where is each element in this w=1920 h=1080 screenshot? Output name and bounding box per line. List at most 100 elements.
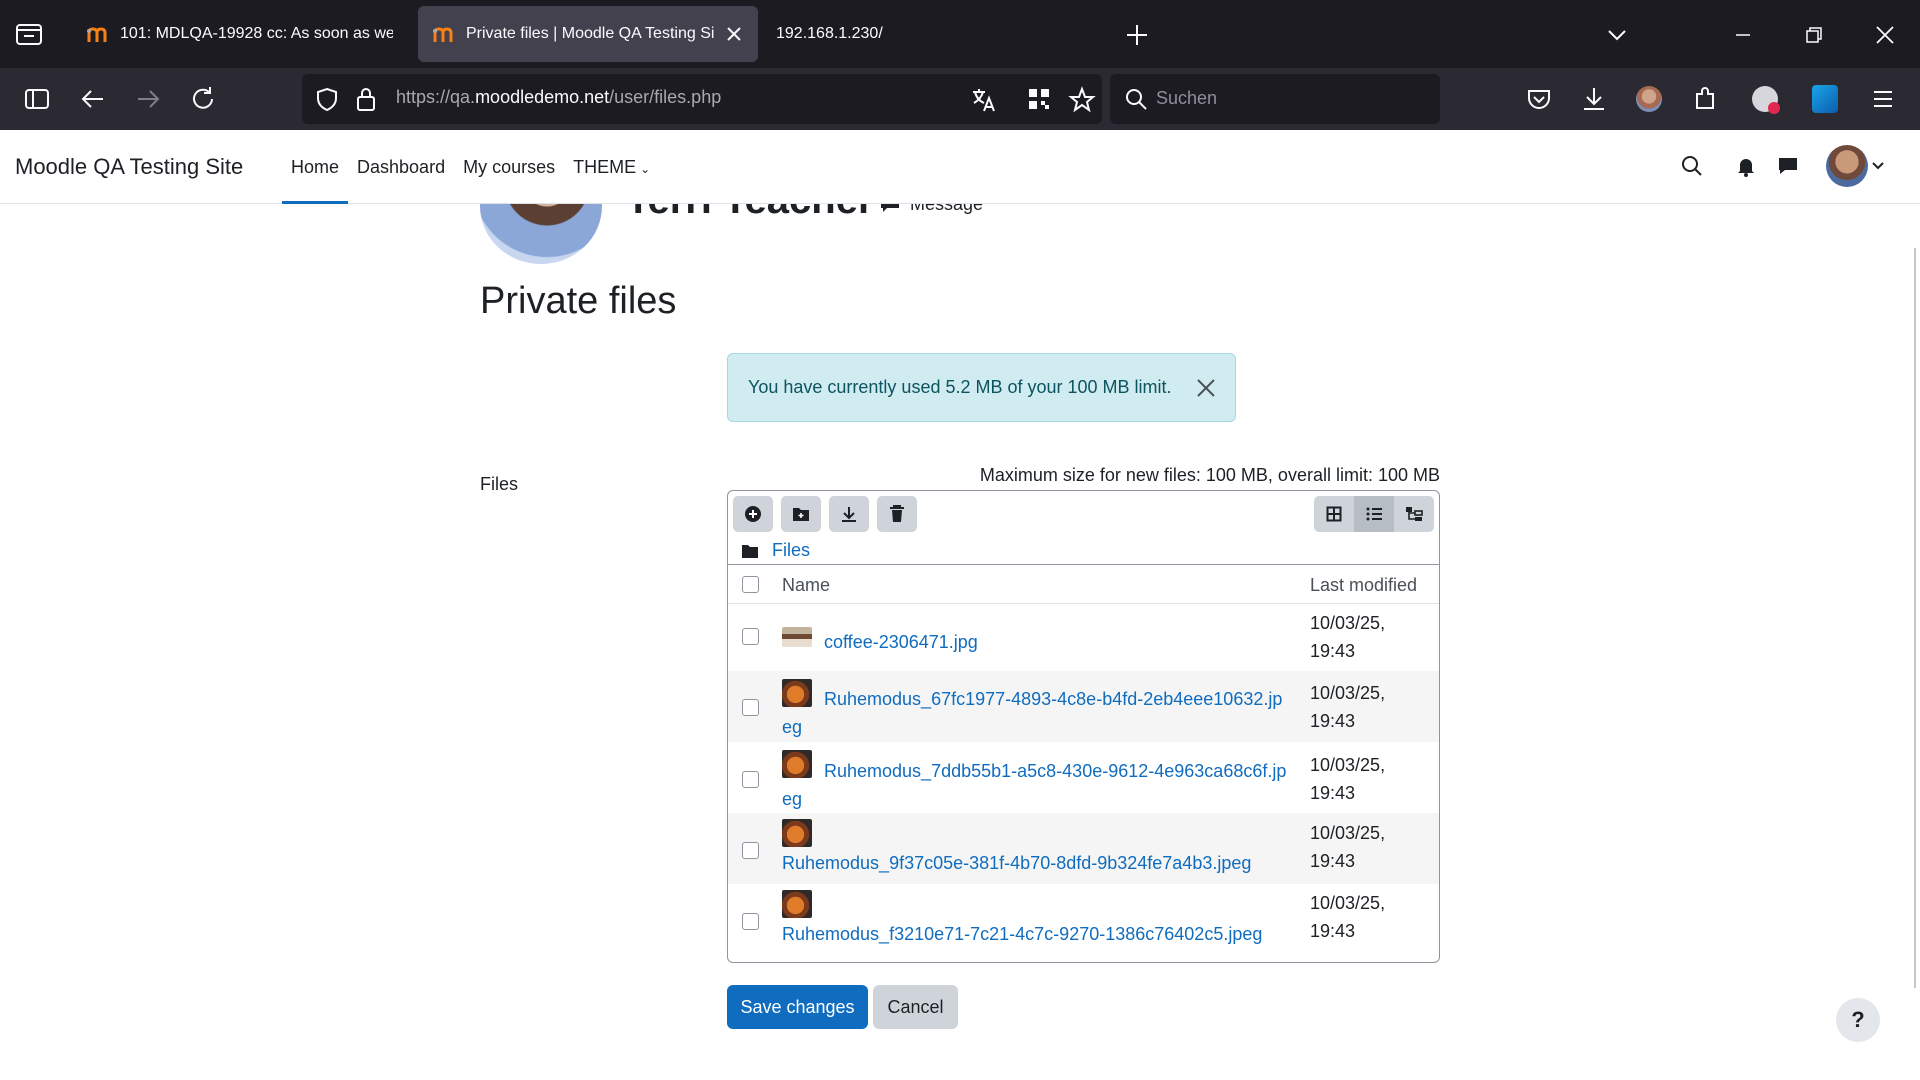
delete-button[interactable] xyxy=(877,496,917,532)
row-checkbox[interactable] xyxy=(742,771,759,788)
folder-plus-icon xyxy=(793,508,809,521)
file-name-link[interactable]: Ruhemodus_7ddb55b1-a5c8-430e-9612-4e963c… xyxy=(782,757,1289,813)
files-field-label: Files xyxy=(480,474,519,494)
file-modified: 10/03/25, 19:43 xyxy=(1310,823,1386,871)
tab-title: Private files | Moodle QA Testing Site xyxy=(466,25,714,42)
max-size-info: Maximum size for new files: 100 MB, over… xyxy=(979,465,1440,485)
download-icon xyxy=(842,507,856,522)
tab-list-icon[interactable] xyxy=(14,20,44,48)
tree-view-icon xyxy=(1406,507,1423,521)
moodle-favicon-icon xyxy=(87,27,107,42)
file-modified: 10/03/25, 19:43 xyxy=(1310,893,1386,941)
row-checkbox[interactable] xyxy=(742,842,759,859)
chevron-down-icon: ⌄ xyxy=(640,162,651,176)
browser-tab-private-files[interactable]: Private files | Moodle QA Testing Site xyxy=(418,6,758,62)
view-mode-switcher xyxy=(1314,496,1434,532)
file-thumbnail[interactable] xyxy=(782,890,812,918)
file-name-link[interactable]: coffee-2306471.jpg xyxy=(782,628,1289,656)
chevron-down-icon[interactable] xyxy=(1604,22,1630,48)
browser-tab-mdlqa[interactable]: 101: MDLQA-19928 cc: As soon as we beg xyxy=(72,6,407,62)
help-button[interactable]: ? xyxy=(1836,998,1880,1042)
user-menu-chevron-icon[interactable] xyxy=(1870,154,1886,178)
nav-theme[interactable]: THEME ⌄ xyxy=(564,130,659,204)
file-table: Name Last modified coffee-2306471.jpg 10… xyxy=(728,564,1439,955)
page-scrollbar[interactable] xyxy=(1914,248,1916,988)
minimize-icon[interactable] xyxy=(1730,22,1756,48)
forward-icon[interactable] xyxy=(133,84,163,114)
table-row[interactable]: Ruhemodus_7ddb55b1-a5c8-430e-9612-4e963c… xyxy=(728,742,1439,813)
browser-tab-ip[interactable]: 192.168.1.230/ xyxy=(762,6,1082,62)
close-window-icon[interactable] xyxy=(1872,22,1898,48)
path-root-link[interactable]: Files xyxy=(772,540,810,561)
file-thumbnail[interactable] xyxy=(782,819,812,847)
nav-dashboard[interactable]: Dashboard xyxy=(348,130,454,204)
table-header: Name Last modified xyxy=(728,564,1439,604)
table-row[interactable]: Ruhemodus_67fc1977-4893-4c8e-b4fd-2eb4ee… xyxy=(728,671,1439,742)
nav-my-courses[interactable]: My courses xyxy=(454,130,564,204)
close-icon[interactable] xyxy=(1194,376,1218,400)
download-all-button[interactable] xyxy=(829,496,869,532)
create-folder-button[interactable] xyxy=(781,496,821,532)
reader-extension-icon[interactable] xyxy=(1812,85,1838,113)
restore-icon[interactable] xyxy=(1801,22,1827,48)
file-modified: 10/03/25, 19:43 xyxy=(1310,613,1386,661)
row-checkbox[interactable] xyxy=(742,628,759,645)
account-avatar-icon[interactable] xyxy=(1636,86,1662,112)
reload-icon[interactable] xyxy=(188,84,218,114)
nav-home[interactable]: Home xyxy=(282,130,349,204)
add-file-icon xyxy=(745,506,761,522)
search-placeholder: Suchen xyxy=(1156,88,1218,108)
file-manager-toolbar xyxy=(733,496,917,532)
browser-tab-bar: 101: MDLQA-19928 cc: As soon as we beg P… xyxy=(0,0,1920,68)
save-changes-button[interactable]: Save changes xyxy=(727,985,868,1029)
add-file-button[interactable] xyxy=(733,496,773,532)
close-tab-icon[interactable] xyxy=(724,24,744,44)
primary-navigation: Home Dashboard My courses THEME ⌄ xyxy=(282,130,659,204)
list-view-icon xyxy=(1366,507,1382,521)
select-all-checkbox[interactable] xyxy=(742,576,759,593)
tab-title: 192.168.1.230/ xyxy=(776,25,883,42)
file-manager: Files Name Last modified coffee-2306471.… xyxy=(727,490,1440,963)
table-row[interactable]: coffee-2306471.jpg 10/03/25, 19:43 xyxy=(728,604,1439,671)
url-text[interactable]: https://qa.moodledemo.net/user/files.php xyxy=(396,87,721,108)
user-avatar[interactable] xyxy=(1826,145,1868,187)
menu-icon[interactable] xyxy=(1868,84,1898,114)
search-icon xyxy=(1126,89,1147,110)
messages-icon[interactable] xyxy=(1776,154,1800,178)
table-row[interactable]: Ruhemodus_9f37c05e-381f-4b70-8dfd-9b324f… xyxy=(728,813,1439,884)
row-checkbox[interactable] xyxy=(742,699,759,716)
cancel-button[interactable]: Cancel xyxy=(873,985,958,1029)
view-icons-button[interactable] xyxy=(1314,496,1354,532)
site-name[interactable]: Moodle QA Testing Site xyxy=(15,154,243,180)
column-header-last-modified[interactable]: Last modified xyxy=(1310,575,1417,596)
lock-icon[interactable] xyxy=(354,86,378,112)
qr-code-icon[interactable] xyxy=(1026,86,1052,112)
view-tree-button[interactable] xyxy=(1394,496,1434,532)
view-details-button[interactable] xyxy=(1354,496,1394,532)
file-name-link[interactable]: Ruhemodus_67fc1977-4893-4c8e-b4fd-2eb4ee… xyxy=(782,685,1289,741)
sidebar-icon[interactable] xyxy=(22,84,52,114)
nav-theme-label: THEME xyxy=(573,157,637,177)
notification-bell-icon[interactable] xyxy=(1734,154,1758,178)
file-modified: 10/03/25, 19:43 xyxy=(1310,683,1386,731)
vpn-extension-icon[interactable] xyxy=(1752,86,1780,114)
search-bar[interactable]: Suchen xyxy=(1110,74,1440,124)
pocket-icon[interactable] xyxy=(1524,84,1554,114)
file-path-breadcrumb: Files xyxy=(742,540,810,561)
download-icon[interactable] xyxy=(1579,84,1609,114)
extensions-icon[interactable] xyxy=(1690,84,1720,114)
back-icon[interactable] xyxy=(78,84,108,114)
address-bar[interactable]: https://qa.moodledemo.net/user/files.php xyxy=(302,74,1102,124)
row-checkbox[interactable] xyxy=(742,913,759,930)
url-path: /user/files.php xyxy=(609,87,722,107)
new-tab-icon[interactable] xyxy=(1124,22,1150,48)
alert-text: You have currently used 5.2 MB of your 1… xyxy=(748,377,1172,397)
translate-icon[interactable] xyxy=(970,86,998,114)
shield-icon[interactable] xyxy=(314,86,340,112)
search-icon[interactable] xyxy=(1680,154,1704,178)
table-row[interactable]: Ruhemodus_f3210e71-7c21-4c7c-9270-1386c7… xyxy=(728,884,1439,955)
url-prefix: https://qa. xyxy=(396,87,476,107)
quota-alert: You have currently used 5.2 MB of your 1… xyxy=(727,353,1236,422)
bookmark-star-icon[interactable] xyxy=(1068,86,1096,114)
column-header-name[interactable]: Name xyxy=(782,575,830,596)
